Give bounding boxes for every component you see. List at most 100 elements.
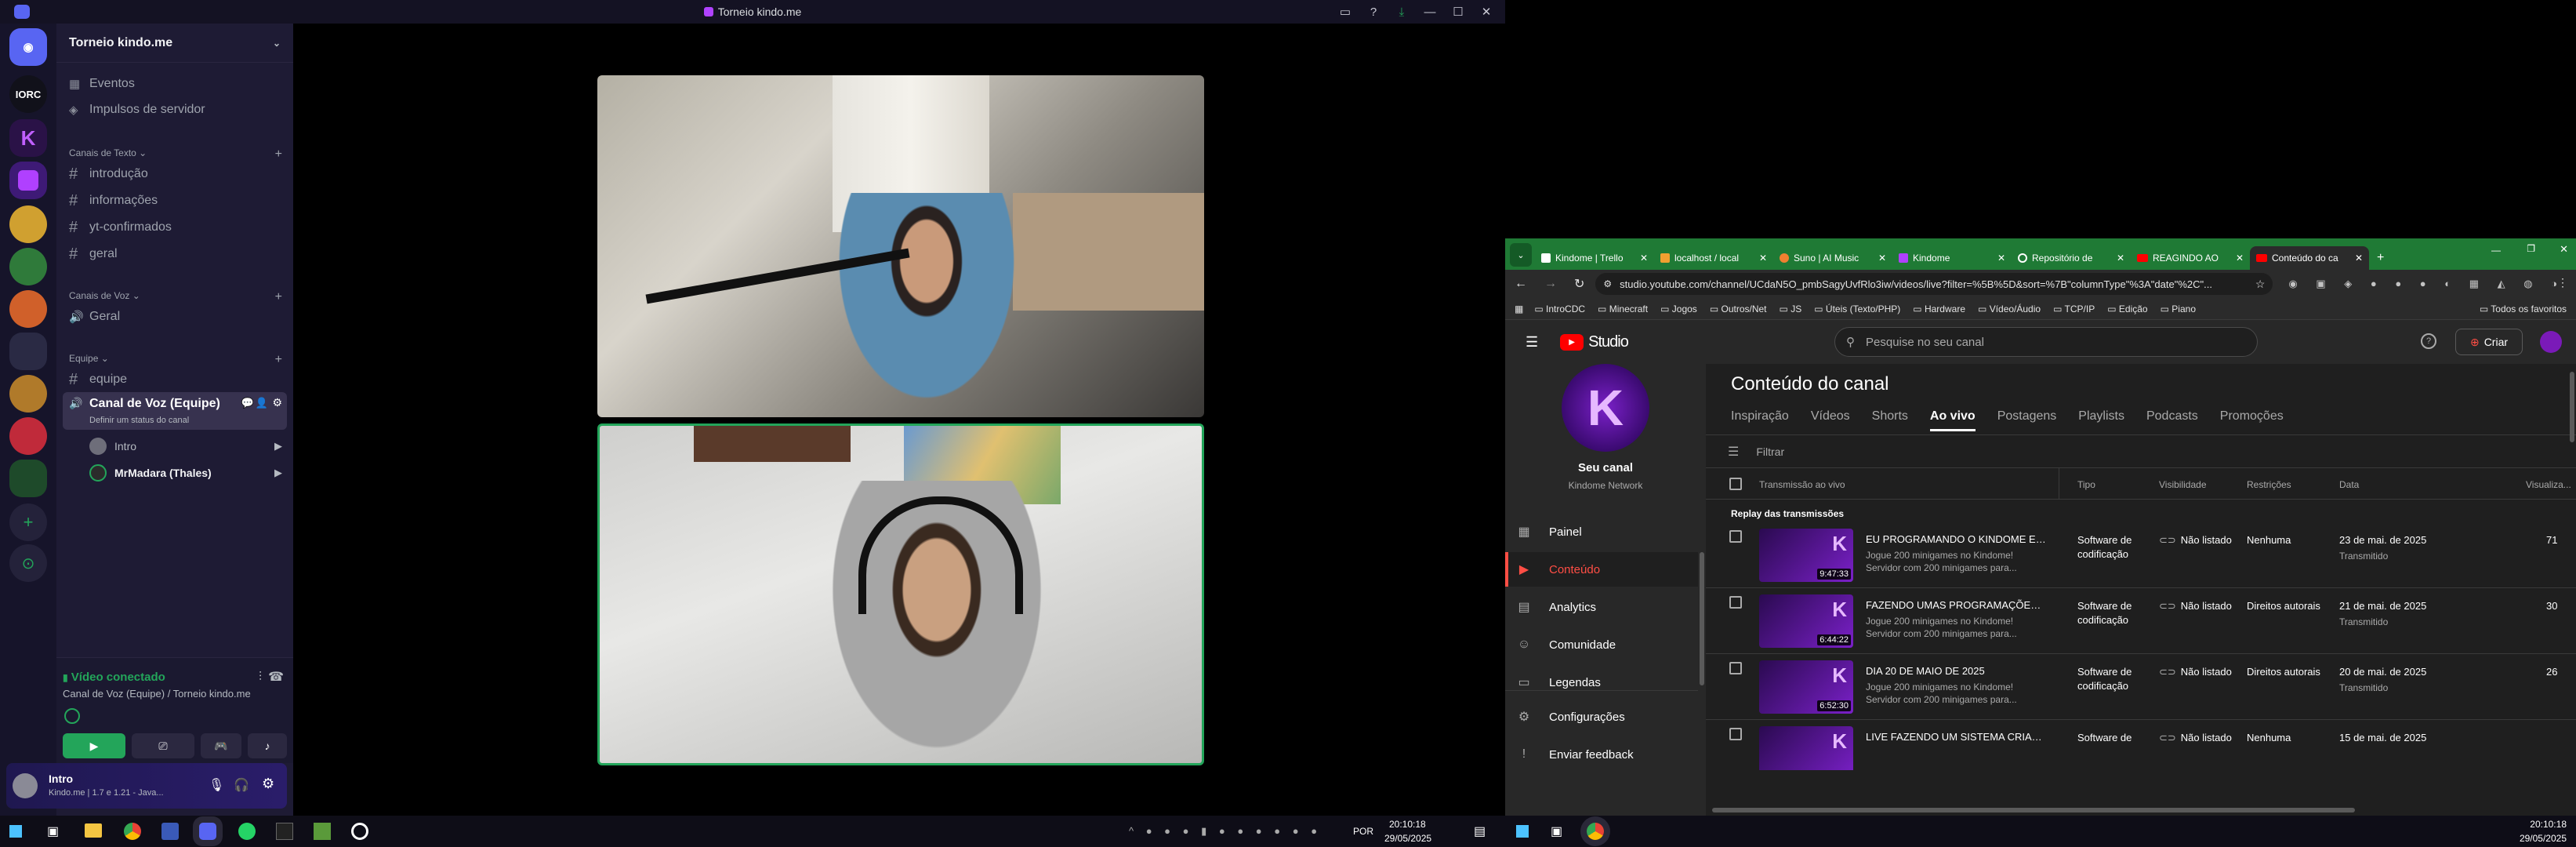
soundboard-button[interactable]: ♪: [248, 733, 287, 758]
studio-search[interactable]: ⚲ Pesquise no seu canal: [1834, 327, 2258, 357]
row-checkbox[interactable]: [1729, 530, 1742, 543]
boosts-item[interactable]: ◈ Impulsos de servidor: [69, 97, 285, 122]
minimize-icon[interactable]: —: [1416, 0, 1444, 24]
help-icon[interactable]: ?: [1359, 0, 1388, 24]
row-checkbox[interactable]: [1729, 596, 1742, 609]
bookmark-uteis[interactable]: ▭ Úteis (Texto/PHP): [1814, 304, 1900, 314]
bookmark-outros[interactable]: ▭ Outros/Net: [1710, 304, 1767, 314]
camera-button[interactable]: ▶: [63, 733, 125, 758]
video-thumbnail[interactable]: K 6:44:22: [1759, 594, 1853, 648]
nav-analytics[interactable]: ▤ Analytics: [1516, 590, 1596, 624]
window-minimize-icon[interactable]: —: [2491, 245, 2501, 256]
create-button[interactable]: ⊕ Criar: [2455, 329, 2523, 355]
tab-reagindo[interactable]: REAGINDO AO ✕: [2131, 246, 2250, 270]
tab-search-icon[interactable]: ⌄: [1510, 243, 1532, 267]
server-k[interactable]: K: [9, 119, 47, 157]
all-bookmarks[interactable]: ▭ Todos os favoritos: [2480, 304, 2567, 314]
video-tile-mrmadara[interactable]: [597, 424, 1204, 765]
window-restore-icon[interactable]: ❐: [2527, 243, 2535, 254]
extensions-icons[interactable]: ◉ ▣ ◈ ● ● ● ◐ ▦ ◭ ◍ ◑: [2288, 278, 2565, 290]
select-all-checkbox[interactable]: [1729, 478, 1742, 490]
col-visualizacoes[interactable]: Visualiza...: [2526, 479, 2571, 490]
col-tipo[interactable]: Tipo: [2077, 479, 2095, 490]
bookmark-minecraft[interactable]: ▭ Minecraft: [1598, 304, 1648, 314]
channel-equipe[interactable]: # equipe: [69, 367, 285, 392]
microphone-icon[interactable]: 🎙: [209, 777, 224, 793]
server-iorc[interactable]: IORC: [9, 75, 47, 113]
video-title[interactable]: DIA 20 DE MAIO DE 2025: [1866, 665, 2046, 677]
file-explorer-icon[interactable]: [85, 823, 102, 838]
inbox-icon[interactable]: ▭: [1331, 0, 1359, 24]
menu-dots-icon[interactable]: ⋮: [2557, 276, 2568, 289]
chat-icon[interactable]: 💬: [241, 397, 254, 409]
table-row[interactable]: K LIVE FAZENDO UM SISTEMA CRIADO... Softwa…: [1706, 720, 2576, 770]
server-avatar-9[interactable]: [9, 417, 47, 455]
maximize-icon[interactable]: ☐: [1444, 0, 1472, 24]
clock-time[interactable]: 20:10:18: [2530, 819, 2567, 830]
row-checkbox[interactable]: [1729, 728, 1742, 740]
add-channel-icon[interactable]: +: [275, 353, 282, 367]
active-voice-channel[interactable]: 🔊 Canal de Voz (Equipe) 💬 👤 ⚙ Definir um…: [63, 392, 287, 430]
video-tile-intro[interactable]: [597, 75, 1204, 417]
minecraft-icon[interactable]: [314, 823, 331, 840]
close-tab-icon[interactable]: ✕: [1759, 253, 1767, 264]
close-tab-icon[interactable]: ✕: [1878, 253, 1886, 264]
video-restriction[interactable]: Direitos autorais: [2247, 665, 2320, 679]
address-bar[interactable]: ⚙ studio.youtube.com/channel/UCdaN5O_pmb…: [1595, 273, 2273, 295]
col-visibilidade[interactable]: Visibilidade: [2159, 479, 2207, 490]
gear-icon[interactable]: ⚙: [272, 396, 282, 409]
close-tab-icon[interactable]: ✕: [1640, 253, 1648, 264]
task-view-icon[interactable]: ▣: [1551, 823, 1562, 839]
avatar[interactable]: [13, 773, 38, 798]
table-row[interactable]: K 6:52:30 DIA 20 DE MAIO DE 2025 Jogue 200 …: [1706, 654, 2576, 720]
discord-icon[interactable]: [199, 823, 216, 840]
table-row[interactable]: K 9:47:33 EU PROGRAMANDO O KINDOME E OU...…: [1706, 522, 2576, 588]
tab-localhost[interactable]: localhost / local ✕: [1654, 246, 1773, 270]
reload-icon[interactable]: ↻: [1574, 276, 1584, 292]
clock-time[interactable]: 20:10:18: [1389, 819, 1426, 830]
bookmark-jogos[interactable]: ▭ Jogos: [1660, 304, 1697, 314]
video-thumbnail[interactable]: K 6:52:30: [1759, 660, 1853, 714]
col-restricoes[interactable]: Restrições: [2247, 479, 2291, 490]
category-voice[interactable]: Canais de Voz ⌄ +: [69, 290, 282, 304]
windows-start-icon[interactable]: [1516, 825, 1529, 838]
obs-icon[interactable]: [351, 823, 368, 840]
chrome-icon[interactable]: [124, 823, 141, 840]
tab-kindome[interactable]: Kindome ✕: [1892, 246, 2012, 270]
connection-channel[interactable]: Canal de Voz (Equipe) / Torneio kindo.me: [63, 688, 251, 700]
task-view-icon[interactable]: ▣: [47, 823, 59, 839]
server-avatar-8[interactable]: [9, 375, 47, 413]
add-channel-icon[interactable]: +: [275, 290, 282, 304]
chrome-icon[interactable]: [1587, 823, 1604, 840]
video-visibility[interactable]: ⊂⊃ Não listado: [2159, 731, 2232, 745]
bookmark-introcdc[interactable]: ▭ IntroCDC: [1534, 304, 1585, 314]
gear-icon[interactable]: ⚙: [262, 776, 274, 792]
channel-informacoes[interactable]: # informações: [69, 188, 285, 213]
voice-channel-geral[interactable]: 🔊 Geral: [69, 304, 285, 329]
language-indicator[interactable]: POR: [1353, 826, 1373, 837]
explore-icon[interactable]: ⊙: [9, 544, 47, 582]
col-data[interactable]: Data: [2339, 479, 2359, 490]
tray-icons[interactable]: ^ ● ● ● ▮ ● ● ● ● ● ●: [1129, 825, 1322, 838]
bookmark-star-icon[interactable]: ☆: [2255, 278, 2266, 291]
nav-configuracoes[interactable]: ⚙ Configurações: [1516, 700, 1625, 734]
hamburger-menu-icon[interactable]: ☰: [1526, 334, 1538, 351]
notification-icon[interactable]: ▤: [1474, 823, 1486, 839]
bookmark-hardware[interactable]: ▭ Hardware: [1913, 304, 1965, 314]
filter-bar[interactable]: ☰ Filtrar: [1706, 435, 2576, 468]
horizontal-scrollbar[interactable]: [1712, 808, 2355, 812]
channel-yt-confirmados[interactable]: # yt-confirmados: [69, 215, 285, 240]
close-tab-icon[interactable]: ✕: [2117, 253, 2124, 264]
terminal-icon[interactable]: [276, 823, 293, 840]
disconnect-icon[interactable]: ☎: [268, 669, 284, 685]
col-transmissao[interactable]: Transmissão ao vivo: [1759, 479, 1845, 490]
row-checkbox[interactable]: [1729, 662, 1742, 674]
video-visibility[interactable]: ⊂⊃ Não listado: [2159, 533, 2232, 547]
clock-date[interactable]: 29/05/2025: [1384, 833, 1431, 844]
category-text[interactable]: Canais de Texto ⌄ +: [69, 147, 282, 162]
server-avatar-6[interactable]: [9, 290, 47, 328]
video-restriction[interactable]: Nenhuma: [2247, 533, 2291, 547]
status-prompt[interactable]: Definir um status do canal: [89, 416, 189, 425]
category-team[interactable]: Equipe ⌄ +: [69, 353, 282, 367]
bookmark-tcpip[interactable]: ▭ TCP/IP: [2053, 304, 2095, 314]
